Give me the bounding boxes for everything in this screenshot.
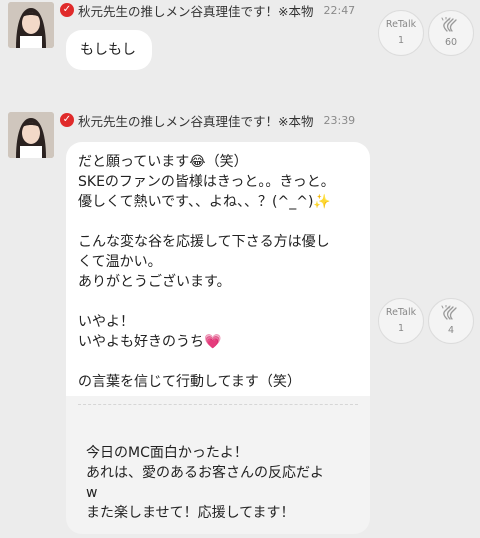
retalk-count: 1 bbox=[397, 323, 405, 334]
action-buttons: ReTalk 1 60 bbox=[374, 10, 474, 56]
post-header: ✓ 秋元先生の推しメン谷真理佳です！※本物 23:39 bbox=[60, 110, 355, 130]
post-2: ✓ 秋元先生の推しメン谷真理佳です！※本物 23:39 だと願っています😂（笑）… bbox=[0, 108, 480, 538]
message-text: もしもし bbox=[80, 42, 136, 58]
message-text: だと願っています😂（笑） SKEのファンの皆様はきっと。。きっと。 優しくて熱い… bbox=[78, 154, 335, 390]
like-count: 4 bbox=[447, 325, 455, 336]
quote-divider bbox=[78, 404, 358, 405]
verified-check-icon: ✓ bbox=[60, 3, 74, 17]
post-1: ✓ 秋元先生の推しメン谷真理佳です！※本物 22:47 もしもし ReTalk … bbox=[0, 0, 480, 90]
clap-hands-icon bbox=[441, 305, 457, 320]
clap-hands-icon bbox=[441, 17, 457, 32]
retalk-button[interactable]: ReTalk 1 bbox=[378, 298, 424, 344]
like-count: 60 bbox=[444, 37, 458, 48]
message-bubble[interactable]: だと願っています😂（笑） SKEのファンの皆様はきっと。。きっと。 優しくて熱い… bbox=[66, 142, 370, 396]
like-button[interactable]: 4 bbox=[428, 298, 474, 344]
action-buttons: ReTalk 1 4 bbox=[374, 298, 474, 344]
retalk-label: ReTalk bbox=[385, 307, 417, 318]
retalk-button[interactable]: ReTalk 1 bbox=[378, 10, 424, 56]
quoted-comment[interactable]: 今日のMC面白かったよ！ あれは、愛のあるお客さんの反応だよ w また楽しませて… bbox=[66, 396, 370, 534]
like-button[interactable]: 60 bbox=[428, 10, 474, 56]
retalk-label: ReTalk bbox=[385, 19, 417, 30]
avatar[interactable] bbox=[8, 2, 54, 48]
author-name[interactable]: 秋元先生の推しメン谷真理佳です！※本物 bbox=[78, 111, 313, 130]
quote-text: 今日のMC面白かったよ！ あれは、愛のあるお客さんの反応だよ w また楽しませて… bbox=[86, 445, 324, 521]
post-header: ✓ 秋元先生の推しメン谷真理佳です！※本物 22:47 bbox=[60, 0, 355, 20]
timestamp: 22:47 bbox=[323, 3, 356, 17]
verified-check-icon: ✓ bbox=[60, 113, 74, 127]
author-name[interactable]: 秋元先生の推しメン谷真理佳です！※本物 bbox=[78, 1, 313, 20]
retalk-count: 1 bbox=[397, 35, 405, 46]
avatar[interactable] bbox=[8, 112, 54, 158]
message-bubble[interactable]: もしもし bbox=[66, 30, 152, 70]
timestamp: 23:39 bbox=[323, 113, 356, 127]
